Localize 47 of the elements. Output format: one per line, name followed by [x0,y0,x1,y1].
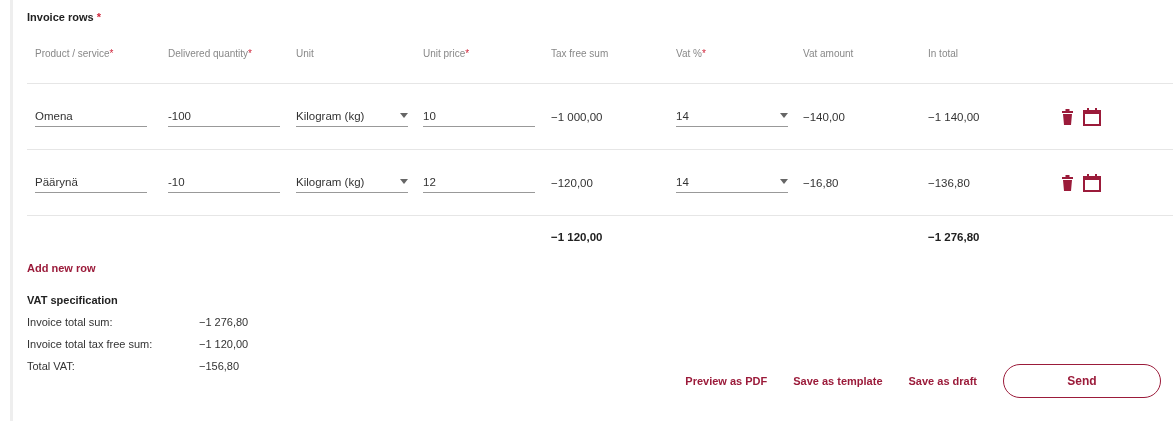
caret-icon [400,113,408,118]
calendar-icon[interactable] [1083,107,1101,126]
column-header: Tax free sum [551,47,609,59]
total-cell: −1 276,80 [928,231,980,243]
summary-label: Invoice total tax free sum: [27,338,154,350]
vat-dropdown[interactable]: 14 [676,172,788,193]
summary-label: Invoice total sum: [27,316,114,328]
summary-value: −156,80 [199,360,240,372]
summary-label: Total VAT: [27,360,76,372]
unit-dropdown[interactable]: Kilogram (kg) [296,106,408,127]
action-link[interactable]: Save as template [793,375,883,387]
column-header: Vat %* [676,47,706,59]
column-header: Vat amount [803,47,854,59]
calendar-icon[interactable] [1083,173,1101,192]
summary-value: −1 276,80 [199,316,249,328]
action-link[interactable]: Save as draft [908,375,977,387]
table-cell: −16,80 [803,176,839,189]
column-header: Delivered quantity* [168,47,252,59]
quantity-field[interactable]: -10 [168,172,280,193]
table-cell: −1 140,00 [928,110,980,123]
column-header: Product / service* [35,47,114,59]
table-cell: −1 000,00 [551,110,603,123]
caret-icon [780,179,788,184]
send-button[interactable]: Send [1003,364,1161,398]
add-row-link[interactable]: Add new row [27,262,1173,274]
unit-price-field[interactable]: 10 [423,106,535,127]
vat-specification-title: VAT specification [27,294,119,306]
column-header: In total [928,47,959,59]
column-header: Unit [296,47,314,59]
table-cell: −120,00 [551,176,593,189]
product-field[interactable]: Päärynä [35,172,147,193]
quantity-field[interactable]: -100 [168,106,280,127]
trash-icon[interactable] [1062,174,1073,191]
caret-icon [780,113,788,118]
total-cell: −1 120,00 [551,231,603,243]
product-field[interactable]: Omena [35,106,147,127]
vat-dropdown[interactable]: 14 [676,106,788,127]
column-header: Unit price* [423,47,470,59]
table-cell: −136,80 [928,176,970,189]
trash-icon[interactable] [1062,108,1073,125]
action-link[interactable]: Preview as PDF [685,375,768,387]
caret-icon [400,179,408,184]
table-cell: −140,00 [803,110,845,123]
unit-dropdown[interactable]: Kilogram (kg) [296,172,408,193]
section-title: Invoice rows * [27,11,102,23]
summary-value: −1 120,00 [199,338,249,350]
unit-price-field[interactable]: 12 [423,172,535,193]
